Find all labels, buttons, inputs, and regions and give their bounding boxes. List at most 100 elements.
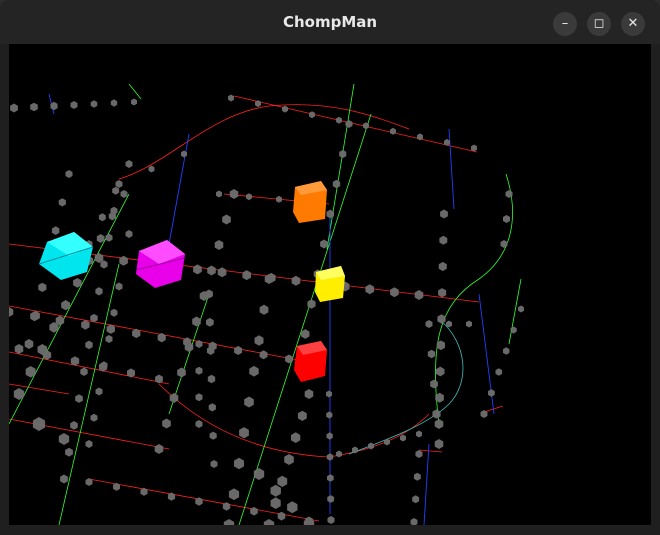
pellet bbox=[415, 450, 423, 458]
pellet bbox=[437, 314, 446, 324]
title-bar[interactable]: ChompMan – ◻ ✕ bbox=[0, 0, 660, 44]
pellet bbox=[495, 368, 503, 376]
pellet bbox=[410, 518, 418, 525]
pellet bbox=[339, 149, 347, 159]
pellet bbox=[210, 460, 218, 468]
pellet bbox=[440, 209, 448, 219]
pellet bbox=[30, 102, 38, 112]
pellet bbox=[304, 389, 314, 399]
pellet bbox=[112, 186, 120, 195]
pellet bbox=[390, 287, 399, 298]
pellet bbox=[96, 234, 105, 243]
pellet bbox=[434, 439, 444, 449]
pellet bbox=[277, 475, 288, 487]
pellet bbox=[24, 339, 34, 349]
pellet bbox=[239, 427, 249, 439]
pellet bbox=[58, 198, 66, 207]
red-grid-lines bbox=[9, 95, 504, 522]
pellet bbox=[60, 474, 68, 484]
pellet bbox=[365, 284, 375, 295]
pellet bbox=[113, 482, 120, 491]
maze-scene bbox=[9, 83, 524, 525]
pellet bbox=[282, 105, 288, 113]
pellet bbox=[244, 396, 254, 408]
pellet bbox=[500, 240, 508, 248]
pellet bbox=[209, 431, 217, 440]
pellet bbox=[58, 433, 70, 445]
pellet bbox=[51, 226, 60, 235]
pellet bbox=[73, 278, 82, 288]
pellet bbox=[326, 390, 332, 398]
pellet bbox=[249, 365, 259, 377]
minimize-button[interactable]: – bbox=[553, 12, 577, 36]
pellet bbox=[65, 447, 73, 457]
pellet bbox=[208, 403, 216, 412]
pellet bbox=[301, 329, 310, 339]
pellet bbox=[439, 235, 448, 245]
pellet bbox=[291, 275, 301, 286]
pellet bbox=[217, 267, 227, 278]
ghost-yellow bbox=[315, 266, 345, 302]
pellet bbox=[368, 442, 374, 450]
pellet bbox=[148, 165, 155, 173]
pellet bbox=[277, 511, 286, 521]
pellet bbox=[327, 516, 335, 524]
pellet bbox=[229, 189, 239, 199]
pellet bbox=[488, 389, 495, 397]
maximize-button[interactable]: ◻ bbox=[587, 12, 611, 36]
pellet bbox=[193, 264, 202, 275]
pellet bbox=[81, 320, 90, 330]
pellet bbox=[214, 240, 224, 250]
close-button[interactable]: ✕ bbox=[621, 12, 645, 36]
pellet bbox=[207, 374, 216, 384]
pellet bbox=[125, 160, 133, 168]
pellet bbox=[263, 519, 275, 525]
pellet bbox=[169, 393, 179, 403]
pellet bbox=[85, 340, 93, 350]
pellet bbox=[438, 261, 447, 272]
pellet bbox=[162, 418, 171, 429]
pellet bbox=[242, 270, 251, 281]
blue-grid-lines bbox=[48, 93, 495, 525]
pellet bbox=[270, 497, 281, 509]
pellet bbox=[98, 213, 106, 222]
path-lines bbox=[348, 318, 464, 455]
pellet bbox=[90, 413, 98, 422]
pellet bbox=[254, 335, 264, 346]
pellet bbox=[10, 103, 18, 113]
pellet bbox=[246, 193, 252, 201]
pellet bbox=[125, 230, 133, 238]
pellet bbox=[332, 179, 341, 189]
pellet bbox=[412, 495, 420, 504]
pellet bbox=[85, 440, 93, 448]
pellet bbox=[38, 282, 47, 292]
pellet bbox=[270, 484, 281, 497]
pellet bbox=[327, 474, 334, 482]
pellet bbox=[413, 472, 421, 481]
pellet bbox=[276, 195, 282, 203]
green-grid-lines bbox=[9, 83, 522, 525]
pellet bbox=[390, 127, 396, 135]
pellet bbox=[222, 214, 231, 225]
pellet bbox=[177, 367, 186, 378]
pellet bbox=[250, 506, 258, 516]
pellet bbox=[416, 430, 422, 438]
pellet bbox=[195, 420, 203, 428]
pellet bbox=[518, 305, 524, 313]
pellet bbox=[285, 354, 293, 364]
pellet bbox=[192, 316, 201, 327]
pellet bbox=[216, 190, 222, 198]
pellet bbox=[75, 394, 83, 403]
pellet bbox=[320, 239, 328, 249]
game-canvas[interactable] bbox=[9, 44, 651, 525]
pellet bbox=[9, 307, 14, 317]
ghost-red bbox=[294, 341, 327, 382]
pellet bbox=[105, 233, 113, 242]
pellet bbox=[154, 444, 164, 454]
pellet bbox=[110, 308, 118, 317]
pellet bbox=[327, 495, 335, 503]
pellet bbox=[115, 282, 123, 291]
pellet bbox=[95, 387, 103, 396]
pellet bbox=[110, 99, 118, 107]
pellet bbox=[259, 350, 268, 360]
